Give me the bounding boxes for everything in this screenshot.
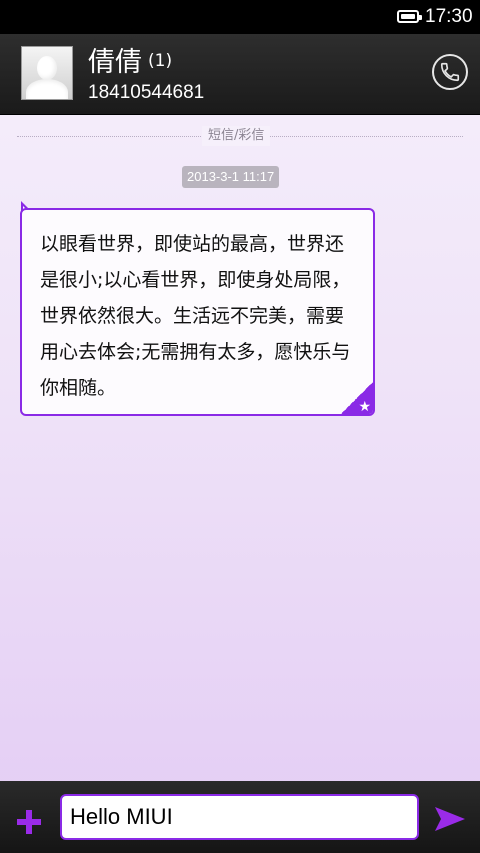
- message-input[interactable]: [60, 794, 419, 840]
- call-button[interactable]: [432, 54, 468, 90]
- star-badge: ★: [340, 381, 373, 415]
- message-text: 以眼看世界，即使站的最高，世界还是很小;以心看世界，即使身处局限，世界依然很大。…: [40, 233, 351, 399]
- message-bubble[interactable]: 以眼看世界，即使站的最高，世界还是很小;以心看世界，即使身处局限，世界依然很大。…: [20, 208, 375, 416]
- message-timestamp: 2013-3-1 11:17: [182, 166, 280, 188]
- message-type-label: 短信/彩信: [202, 126, 271, 146]
- send-button[interactable]: [430, 802, 470, 836]
- composer-bar: [0, 781, 480, 853]
- avatar-icon[interactable]: [21, 46, 73, 100]
- contact-phone-number: 18410544681: [88, 82, 205, 103]
- unread-count: (1): [148, 51, 173, 71]
- add-attachment-button[interactable]: [12, 805, 46, 839]
- phone-icon: [440, 62, 460, 82]
- battery-icon: [397, 10, 422, 23]
- star-icon: ★: [358, 399, 371, 415]
- send-icon: [435, 807, 465, 831]
- status-time: 17:30: [425, 6, 473, 27]
- plus-icon: [17, 810, 41, 834]
- status-bar: 17:30: [0, 0, 480, 34]
- conversation-header: 倩倩 (1) 18410544681: [0, 34, 480, 115]
- contact-name: 倩倩: [88, 47, 142, 78]
